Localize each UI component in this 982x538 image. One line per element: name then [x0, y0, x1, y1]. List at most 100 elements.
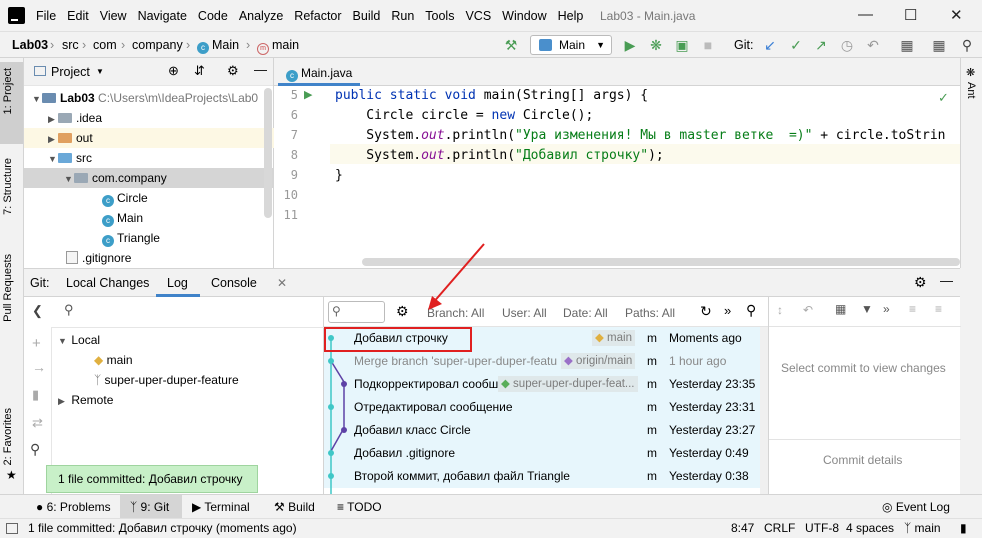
compare-icon[interactable]: ⇄	[32, 415, 43, 431]
tree-item-src[interactable]: ▼ src	[24, 148, 274, 168]
tab-log[interactable]: Log	[167, 276, 188, 290]
commit-row[interactable]: Merge branch 'super-uper-duper-featu ◆ or…	[324, 350, 764, 373]
filter-icon[interactable]: ▼	[861, 302, 873, 316]
status-message[interactable]: 1 file committed: Добавил строчку (momen…	[28, 521, 297, 535]
tree-item-triangle[interactable]: c Triangle	[24, 228, 274, 248]
tree-item-circle[interactable]: c Circle	[24, 188, 274, 208]
menu-code[interactable]: Code	[198, 9, 228, 23]
gear-icon[interactable]: ⚙	[396, 303, 409, 320]
branch-group-local[interactable]: ▼ Local	[58, 330, 100, 350]
breadcrumb-company[interactable]: company	[132, 38, 183, 52]
refresh-icon[interactable]: ↻	[700, 303, 712, 320]
log-scrollbar[interactable]	[760, 327, 768, 495]
tab-project[interactable]: 1: Project	[2, 68, 14, 114]
expand-icon[interactable]: ≡	[909, 302, 916, 316]
hide-panel-icon[interactable]: —	[254, 62, 267, 77]
gear-icon[interactable]: ⚙	[914, 274, 927, 291]
code-line-5[interactable]: public static void main(String[] args) {	[335, 88, 648, 103]
run-configuration-select[interactable]: Main ▼	[530, 35, 612, 55]
update-project-icon[interactable]: ↙	[761, 36, 779, 54]
menu-edit[interactable]: Edit	[67, 9, 89, 23]
caret-position[interactable]: 8:47	[731, 521, 754, 535]
chevron-down-icon[interactable]: ▼	[96, 67, 104, 76]
minimize-icon[interactable]: —	[858, 6, 873, 23]
tab-pull-requests[interactable]: Pull Requests	[2, 254, 14, 322]
group-icon[interactable]: ▦	[835, 302, 846, 316]
tab-git[interactable]: ᛉ 9: Git	[130, 500, 169, 514]
filter-user[interactable]: User: All	[502, 306, 547, 320]
more-chevron-icon[interactable]: »	[724, 303, 731, 318]
git-branch-widget[interactable]: ᛉ main	[904, 521, 941, 535]
menu-analyze[interactable]: Analyze	[239, 9, 283, 23]
code-line-9[interactable]: }	[335, 168, 343, 183]
toggle-panels-icon[interactable]	[6, 523, 18, 534]
menu-help[interactable]: Help	[558, 9, 584, 23]
project-panel-title[interactable]: Project	[51, 65, 90, 79]
code-line-8[interactable]: System.out.println("Добавил строчку");	[335, 148, 663, 163]
menu-run[interactable]: Run	[391, 9, 414, 23]
history-clock-icon[interactable]: ◷	[838, 36, 856, 54]
branch-group-remote[interactable]: ▶ Remote	[58, 390, 113, 410]
line-separator[interactable]: CRLF	[764, 521, 795, 535]
stop-icon[interactable]: ■	[699, 36, 717, 54]
hide-panel-icon[interactable]: —	[940, 273, 953, 288]
menu-tools[interactable]: Tools	[425, 9, 454, 23]
tab-terminal[interactable]: ▶ Terminal	[192, 500, 250, 514]
commit-row[interactable]: Подкорректировал сообш ◆ super-uper-duper…	[324, 373, 764, 396]
menu-navigate[interactable]: Navigate	[138, 9, 187, 23]
indent-setting[interactable]: 4 spaces	[846, 521, 894, 535]
rollback-icon[interactable]: ↶	[864, 36, 882, 54]
close-icon[interactable]: ✕	[950, 6, 963, 24]
cherry-pick-icon[interactable]: ↕	[777, 303, 783, 317]
collapse-icon[interactable]: ≡	[935, 302, 942, 316]
close-tab-icon[interactable]: ✕	[277, 276, 287, 290]
project-structure-icon[interactable]: ▦	[898, 36, 916, 54]
tab-problems[interactable]: ● 6: Problems	[36, 500, 111, 514]
tree-item-gitignore[interactable]: .gitignore	[24, 248, 274, 268]
tab-build[interactable]: ⚒ Build	[274, 500, 315, 514]
project-scrollbar[interactable]	[264, 88, 272, 218]
locate-target-icon[interactable]: ⊕	[168, 63, 179, 79]
push-icon[interactable]: ↗	[812, 36, 830, 54]
commit-row[interactable]: Отредактировал сообщение m Yesterday 23:31	[324, 396, 764, 419]
tree-item-lab03[interactable]: ▼ Lab03 C:\Users\m\IdeaProjects\Lab0	[24, 88, 274, 108]
code-line-6[interactable]: Circle circle = new Circle();	[335, 108, 593, 123]
search-icon[interactable]: ⚲	[64, 302, 74, 318]
coverage-icon[interactable]: ▣	[673, 36, 691, 54]
breadcrumb-main-class[interactable]: c Main	[197, 38, 239, 54]
tab-console[interactable]: Console	[211, 276, 257, 290]
back-chevron-icon[interactable]: ❮	[32, 303, 43, 319]
undo-icon[interactable]: ↶	[803, 303, 813, 317]
commit-row[interactable]: Добавил .gitignore m Yesterday 0:49	[324, 442, 764, 465]
tree-item-com-company[interactable]: ▼ com.company	[24, 168, 274, 188]
build-hammer-icon[interactable]: ⚒	[502, 36, 520, 54]
add-icon[interactable]: +	[32, 335, 41, 352]
branch-super-uper-duper-feature[interactable]: ᛉ super-uper-duper-feature	[94, 370, 239, 390]
filter-date[interactable]: Date: All	[563, 306, 608, 320]
tab-local-changes[interactable]: Local Changes	[66, 276, 149, 290]
editor-tab-main-java[interactable]: c Main.java	[278, 62, 361, 86]
search-icon[interactable]: ⚲	[958, 36, 976, 54]
menu-refactor[interactable]: Refactor	[294, 9, 341, 23]
menu-file[interactable]: File	[36, 9, 56, 23]
commit-check-icon[interactable]: ✓	[787, 36, 805, 54]
settings-icon[interactable]: ▦	[930, 36, 948, 54]
branch-main[interactable]: ◆ main	[94, 350, 133, 370]
code-line-7[interactable]: System.out.println("Ура изменения! Мы в …	[335, 128, 945, 143]
run-gutter-icon[interactable]: ▶	[304, 88, 312, 101]
menu-vcs[interactable]: VCS	[465, 9, 491, 23]
delete-icon[interactable]: ▮	[32, 387, 39, 403]
commit-row[interactable]: Добавил класс Circle m Yesterday 23:27	[324, 419, 764, 442]
gear-icon[interactable]: ⚙	[227, 63, 239, 79]
maximize-icon[interactable]: ☐	[904, 6, 917, 24]
tree-item-idea[interactable]: ▶ .idea	[24, 108, 274, 128]
collapse-all-icon[interactable]: ⇵	[194, 63, 205, 79]
commit-notification-tooltip[interactable]: 1 file committed: Добавил строчку	[46, 465, 258, 493]
inspection-ok-check-icon[interactable]: ✓	[938, 90, 949, 106]
tab-event-log[interactable]: ◎ Event Log	[882, 500, 950, 514]
more-chevron-icon[interactable]: »	[883, 302, 890, 316]
debug-bug-icon[interactable]: ❋	[647, 36, 665, 54]
search-icon[interactable]: ⚲	[746, 302, 756, 319]
breadcrumb-project[interactable]: Lab03	[12, 38, 48, 52]
log-search-input[interactable]: ⚲	[328, 301, 385, 323]
